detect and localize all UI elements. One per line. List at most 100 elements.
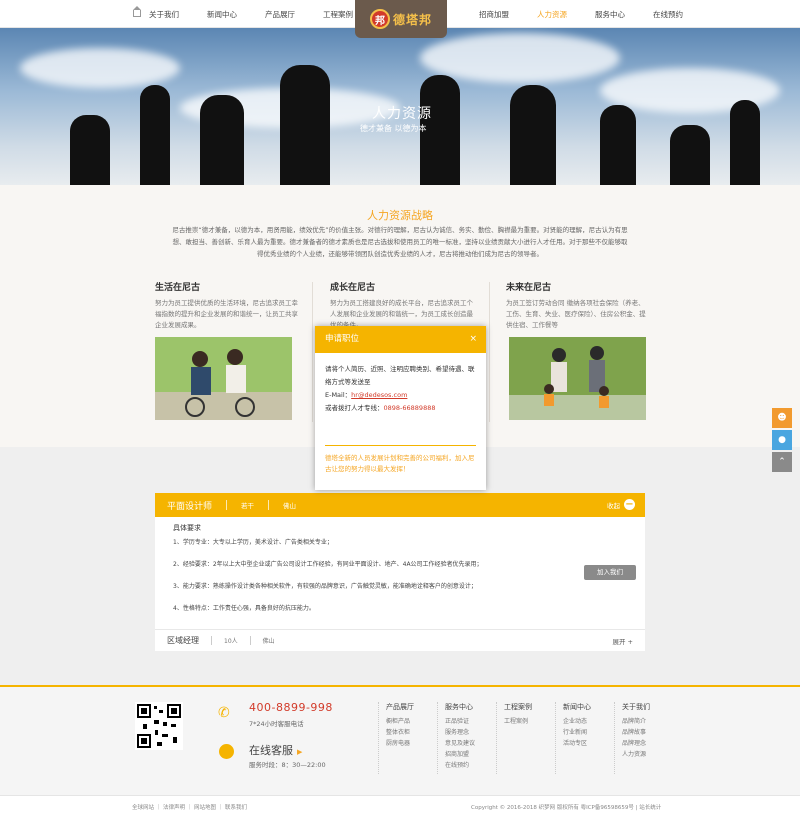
job-title: 平面设计师 — [167, 501, 213, 512]
job-count: 10人 — [224, 638, 238, 645]
nav-left: 关于我们 新闻中心 产品展厅 工程案例 — [133, 6, 381, 20]
footer-link[interactable]: 企业动态 — [563, 716, 591, 727]
hotline-number: 400-8899-998 — [249, 701, 333, 714]
nav-cases[interactable]: 工程案例 — [323, 9, 353, 20]
nav-franchise[interactable]: 招商加盟 — [479, 9, 509, 20]
tel-number: 0898-66889888 — [383, 404, 436, 412]
footer-link[interactable]: 人力资源 — [622, 749, 650, 760]
job-details: 具体要求 1、学历专业：大专以上学历，美术设计、广告类相关专业； 2、经验要求：… — [155, 517, 645, 629]
logo-mark: 邦 — [369, 9, 390, 29]
modal-header: 申请职位 × — [315, 326, 486, 353]
qr-code-icon — [135, 702, 183, 750]
banner-subtitle: 德才兼备 以德为本 — [360, 124, 427, 133]
column-growth: 成长在尼古 努力为员工搭建良好的成长平台，尼古追求员工个人发展和企业发展的和谐统… — [330, 280, 475, 331]
expand-button[interactable]: 展开 + — [612, 636, 633, 646]
footer-col-cases: 工程案例 工程案例 — [496, 702, 532, 774]
footer-link[interactable]: 正品验证 — [445, 716, 475, 727]
modal-title: 申请职位 — [325, 334, 360, 344]
logo[interactable]: 邦 德塔邦 — [355, 0, 447, 38]
divider — [312, 282, 313, 422]
footer-link[interactable]: 品牌简介 — [622, 716, 650, 727]
collapse-button[interactable]: 收起 − — [607, 499, 635, 510]
column-text: 为员工签订劳动合同 缴纳各项社会保险（养老、工伤、生育、失业、医疗保险）、住房公… — [506, 299, 646, 329]
job-card: 平面设计师 若干 佛山 收起 − 具体要求 1、学历专业：大专以上学历，美术设计、… — [155, 493, 645, 651]
nav-service[interactable]: 服务中心 — [595, 9, 625, 20]
footer-link[interactable]: 厨房电器 — [386, 738, 414, 749]
footer-col-about: 关于我们 品牌简介 品牌故事 品牌理念 人力资源 — [614, 702, 650, 774]
footer-col-title: 关于我们 — [622, 703, 650, 711]
footer-col-news: 新闻中心 企业动态 行业新闻 活动专区 — [555, 702, 591, 774]
footer-link[interactable]: 招商加盟 — [445, 749, 475, 760]
footer-link[interactable]: 活动专区 — [563, 738, 591, 749]
apply-modal: 申请职位 × 请将个人简历、近照、注明应聘类别、希望待遇、联络方式等发送至 E-… — [315, 326, 486, 490]
footer-link[interactable]: 在线预约 — [445, 760, 475, 771]
modal-footer-text: 德塔全新的人员发展计划和完善的公司福利，加入尼古让您的努力得以最大发挥！ — [325, 454, 475, 473]
job-location: 佛山 — [283, 502, 297, 510]
bottom-links[interactable]: 全球网站 ｜ 法律声明 ｜ 网站地图 ｜ 联系我们 — [132, 803, 247, 811]
footer-link[interactable]: 整体衣柜 — [386, 727, 414, 738]
column-title: 生活在尼古 — [155, 283, 201, 293]
user-icon[interactable]: ☻ — [772, 408, 792, 428]
online-service-link[interactable]: 在线客服 ▶ — [249, 742, 302, 758]
email-link[interactable]: hr@dedesos.com — [351, 391, 407, 399]
requirement-item: 2、经验要求：2年以上大中型企业或广告公司设计工作经验，有同业平面设计、地产、4… — [173, 561, 483, 568]
footer-link[interactable]: 工程案例 — [504, 716, 532, 727]
expand-label: 展开 — [612, 637, 626, 646]
footer-link[interactable]: 品牌理念 — [622, 738, 650, 749]
job-row-manager[interactable]: 区域经理 10人 佛山 展开 + — [155, 629, 645, 651]
hero-banner: 人力资源 德才兼备 以德为本 — [0, 28, 800, 185]
column-title: 未来在尼古 — [506, 283, 552, 293]
arrow-right-icon: ▶ — [297, 748, 303, 756]
home-icon[interactable] — [133, 6, 141, 17]
column-life: 生活在尼古 努力为员工提供优质的生活环境，尼古追求员工幸福指数的提升和企业发展的… — [155, 280, 300, 331]
footer-col-title: 产品展厅 — [386, 703, 414, 711]
nav-hr[interactable]: 人力资源 — [537, 9, 567, 20]
footer-link[interactable]: 行业新闻 — [563, 727, 591, 738]
modal-body: 请将个人简历、近照、注明应聘类别、希望待遇、联络方式等发送至 E-Mail：hr… — [315, 353, 486, 415]
footer-link[interactable]: 服务理念 — [445, 727, 475, 738]
close-icon[interactable]: × — [469, 326, 477, 353]
column-future: 未来在尼古 为员工签订劳动合同 缴纳各项社会保险（养老、工伤、生育、失业、医疗保… — [506, 280, 651, 331]
requirement-item: 3、能力要求：熟练操作设计类各种相关软件，有较强的品牌意识，广告触觉灵敏，能准确… — [173, 583, 477, 590]
nav-booking[interactable]: 在线预约 — [653, 9, 683, 20]
nav-news[interactable]: 新闻中心 — [207, 9, 237, 20]
modal-divider — [325, 445, 476, 446]
footer-link[interactable]: 品牌故事 — [622, 727, 650, 738]
footer-col-title: 新闻中心 — [563, 703, 591, 711]
service-hours: 服务时段：8：30—22:00 — [249, 761, 326, 769]
back-to-top-icon[interactable]: ⌃ — [772, 452, 792, 472]
footer-col-title: 服务中心 — [445, 703, 473, 711]
logo-text: 德塔邦 — [392, 12, 432, 27]
modal-instruction: 请将个人简历、近照、注明应聘类别、希望待遇、联络方式等发送至 — [325, 365, 475, 386]
footer-col-products: 产品展厅 橱柜产品 整体衣柜 厨房电器 — [378, 702, 414, 774]
footer-link[interactable]: 意见及建议 — [445, 738, 475, 749]
phone-icon: ✆ — [218, 705, 230, 721]
footer-col-service: 服务中心 正品验证 服务理念 意见及建议 招商加盟 在线预约 — [437, 702, 475, 774]
nav-products[interactable]: 产品展厅 — [265, 9, 295, 20]
email-label: E-Mail： — [325, 391, 352, 399]
copyright-bar: 全球网站 ｜ 法律声明 ｜ 网站地图 ｜ 联系我们 Copyright © 20… — [0, 795, 800, 817]
strategy-intro: 尼古推崇“德才兼备，以德为本，用贤用能，绩效优先”的价值主张。对德行的理解，尼古… — [172, 226, 628, 258]
collapse-label: 收起 — [607, 501, 620, 510]
online-service-label: 在线客服 — [249, 744, 293, 757]
nav-about[interactable]: 关于我们 — [149, 9, 179, 20]
column-text: 努力为员工提供优质的生活环境，尼古追求员工幸福指数的提升和企业发展的和谐统一，让… — [155, 299, 298, 329]
job-location: 佛山 — [262, 638, 275, 645]
minus-icon: − — [624, 499, 635, 510]
job-title: 区域经理 — [167, 636, 199, 645]
plus-icon: + — [627, 637, 633, 646]
qq-icon[interactable]: ● — [772, 430, 792, 450]
divider — [489, 282, 490, 422]
footer-link[interactable]: 橱柜产品 — [386, 716, 414, 727]
footer-col-title: 工程案例 — [504, 703, 532, 711]
requirement-item: 1、学历专业：大专以上学历，美术设计、广告类相关专业； — [173, 539, 333, 546]
join-button[interactable]: 加入我们 — [584, 565, 636, 580]
photo-couple-bike — [155, 337, 292, 420]
photo-family-bike — [509, 337, 646, 420]
requirement-item: 4、性格特点：工作责任心强，具备良好的抗压能力。 — [173, 605, 315, 612]
strategy-title: 人力资源战略 — [367, 209, 433, 222]
column-title: 成长在尼古 — [330, 283, 376, 293]
job-header[interactable]: 平面设计师 若干 佛山 收起 − — [155, 493, 645, 517]
copyright-text: Copyright © 2016-2018 织梦网 版权所有 粤ICP备9659… — [471, 805, 662, 811]
nav-right: 招商加盟 人力资源 服务中心 在线预约 — [479, 9, 711, 20]
